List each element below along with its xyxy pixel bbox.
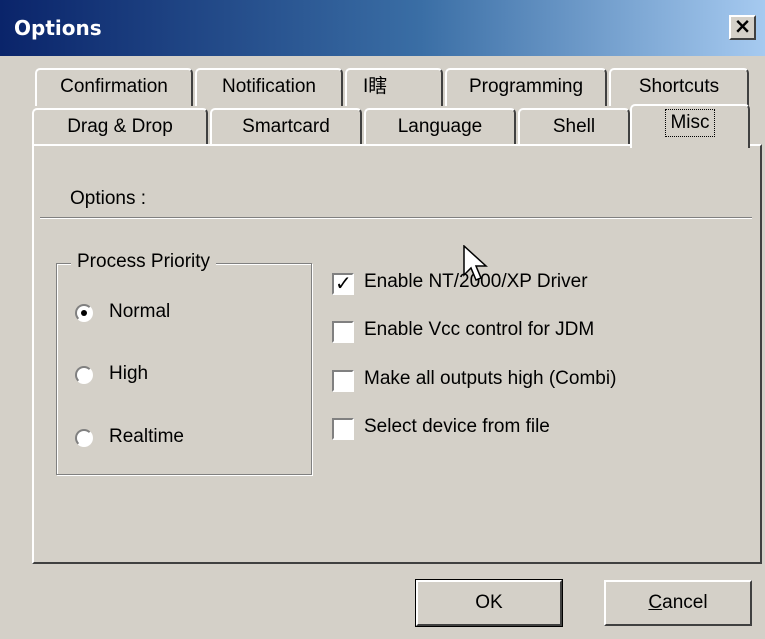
cancel-button-label: ancel <box>662 592 708 613</box>
checkmark-icon: ✓ <box>335 271 352 295</box>
cancel-button[interactable]: Cancel <box>604 580 752 626</box>
radio-button[interactable] <box>75 366 93 384</box>
tab-confirmation[interactable]: Confirmation <box>35 68 193 106</box>
tab-label: Language <box>397 116 483 137</box>
radio-label: Normal <box>109 301 171 322</box>
checkbox[interactable] <box>332 418 354 440</box>
tab-label: Programming <box>468 76 584 97</box>
checkbox-label: Make all outputs high (Combi) <box>364 368 617 389</box>
tab-garbled[interactable]: I瞎 <box>345 68 443 106</box>
mouse-cursor-icon <box>463 245 488 281</box>
close-button[interactable]: × <box>729 14 756 40</box>
separator <box>40 217 752 219</box>
process-priority-group: Process Priority Normal High Realtime <box>56 251 312 475</box>
tab-drag-drop[interactable]: Drag & Drop <box>32 108 208 146</box>
cancel-mnemonic: C <box>648 592 663 613</box>
tab-label: Confirmation <box>60 76 168 97</box>
radio-label: High <box>109 363 149 384</box>
close-icon: × <box>733 14 752 38</box>
checkbox-label: Select device from file <box>364 416 550 437</box>
tab-label: Shell <box>552 116 596 137</box>
tab-shortcuts[interactable]: Shortcuts <box>609 68 749 106</box>
tab-programming[interactable]: Programming <box>445 68 607 106</box>
checkbox[interactable] <box>332 321 354 343</box>
tab-language[interactable]: Language <box>364 108 516 146</box>
tab-label: Smartcard <box>242 116 330 137</box>
options-heading: Options : <box>70 188 147 209</box>
radio-button[interactable] <box>75 429 93 447</box>
ok-button-label: OK <box>475 592 503 613</box>
tab-label: Notification <box>222 76 316 97</box>
title-bar[interactable]: Options × <box>0 0 765 56</box>
tab-label: Drag & Drop <box>67 116 173 137</box>
window-title: Options <box>14 16 102 40</box>
radio-button[interactable] <box>75 304 93 322</box>
radio-label: Realtime <box>109 426 184 447</box>
tab-misc[interactable]: Misc <box>630 104 750 148</box>
tab-label: I瞎 <box>363 76 388 97</box>
tab-notification[interactable]: Notification <box>195 68 343 106</box>
group-title: Process Priority <box>71 251 217 273</box>
radio-selected-dot <box>81 310 87 316</box>
checkbox[interactable]: ✓ <box>332 271 354 295</box>
ok-button[interactable]: OK <box>415 579 563 627</box>
tab-label: Misc <box>665 109 715 137</box>
checkbox-label: Enable Vcc control for JDM <box>364 319 595 340</box>
options-dialog: Options × Confirmation Notification I瞎 P… <box>0 0 765 639</box>
misc-tab-panel: Options : Process Priority Normal High R… <box>32 144 762 564</box>
tab-label: Shortcuts <box>638 76 720 97</box>
tab-shell[interactable]: Shell <box>518 108 630 146</box>
tab-smartcard[interactable]: Smartcard <box>210 108 362 146</box>
checkbox[interactable] <box>332 370 354 392</box>
